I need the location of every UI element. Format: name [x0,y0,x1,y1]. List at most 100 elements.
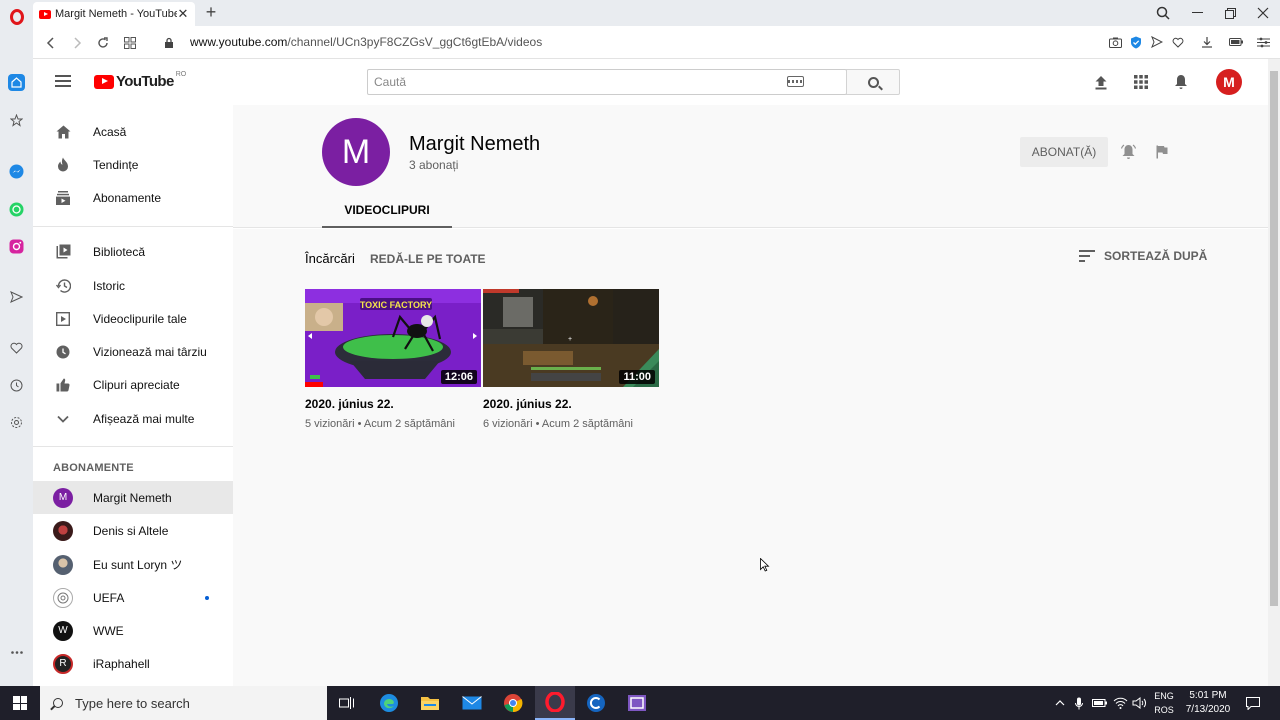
subscribed-button[interactable]: ABONAT(Ă) [1020,137,1108,167]
video-card[interactable]: + 11:00 2020. június 22. 6 vizionări • A… [483,289,659,430]
video-thumbnail[interactable]: TOXIC FACTORY 12:06 [305,289,481,387]
task-view-button[interactable] [327,686,367,720]
folder-icon [421,697,439,710]
taskbar-clock[interactable]: 5:01 PM 7/13/2020 [1180,689,1236,717]
upload-button[interactable] [1092,73,1110,91]
show-hidden-icons-button[interactable] [1051,686,1069,720]
url-field[interactable]: www.youtube.com/channel/UCn3pyF8CZGsV_gg… [190,35,542,49]
forward-button[interactable] [66,26,88,59]
taskbar-mail[interactable] [452,686,492,720]
taskbar-chrome[interactable] [493,686,533,720]
svg-text:+: + [568,336,572,343]
youtube-logo[interactable]: YouTube RO [94,71,186,90]
bookmarks-sidebar-button[interactable] [8,112,25,129]
sidebar-item-liked-videos[interactable]: Clipuri apreciate [33,368,233,401]
taskbar-app[interactable] [617,686,657,720]
taskbar-file-explorer[interactable] [410,686,450,720]
account-avatar[interactable]: M [1216,69,1242,95]
sidebar-item-history[interactable]: Istoric [33,269,233,302]
taskbar-opera[interactable] [535,686,575,720]
taskbar-ccleaner[interactable] [576,686,616,720]
notification-bell-button[interactable] [1119,143,1137,161]
action-center-button[interactable] [1240,686,1266,720]
sidebar-item-library[interactable]: Bibliotecă [33,235,233,268]
battery-saver-button[interactable] [1228,34,1244,50]
sidebar-more-button[interactable] [8,644,25,661]
new-content-dot [205,595,209,600]
wifi-tray-button[interactable] [1111,686,1129,720]
snapshot-button[interactable] [1107,34,1123,50]
start-button[interactable] [0,686,40,720]
new-tab-button[interactable]: + [202,2,220,23]
uploads-title[interactable]: Încărcări [305,251,355,266]
adblock-button[interactable] [1128,34,1144,50]
reload-button[interactable] [92,26,114,59]
video-title[interactable]: 2020. június 22. [483,397,659,411]
tab-close-icon[interactable]: ✕ [177,6,189,22]
scrollbar-thumb[interactable] [1270,71,1278,606]
sidebar-subscription-eu-sunt-loryn[interactable]: Eu sunt Loryn ツ [33,548,233,581]
guide-menu-icon[interactable] [55,75,71,87]
input-language-button[interactable]: ENG ROS [1150,689,1178,717]
sidebar-subscription-denis-si-altele[interactable]: Denis si Altele [33,514,233,547]
microphone-tray-button[interactable] [1071,686,1087,720]
browser-tab[interactable]: Margit Nemeth - YouTube ✕ [33,2,195,26]
taskbar-search-box[interactable]: Type here to search [40,686,327,720]
battery-tray-button[interactable] [1090,686,1108,720]
sidebar-item-your-videos[interactable]: Videoclipurile tale [33,302,233,335]
search-input[interactable] [368,70,814,94]
restore-button[interactable] [1213,0,1247,26]
back-button[interactable] [40,26,62,59]
volume-tray-button[interactable] [1130,686,1148,720]
video-title[interactable]: 2020. június 22. [305,397,481,411]
play-all-button[interactable]: REDĂ-LE PE TOATE [370,252,486,266]
your-videos-icon [55,311,71,327]
view-count: 5 vizionări [305,418,355,430]
flow-sidebar-button[interactable] [8,288,25,305]
history-sidebar-button[interactable] [8,377,25,394]
close-window-button[interactable] [1246,0,1280,26]
video-thumbnail[interactable]: + 11:00 [483,289,659,387]
sidebar-item-label: Acasă [93,124,127,139]
speed-dial-button[interactable] [119,26,141,59]
settings-sidebar-button[interactable] [8,414,25,431]
downloads-button[interactable] [1199,34,1215,50]
instagram-sidebar-button[interactable] [8,238,25,255]
sidebar-item-watch-later[interactable]: Vizionează mai târziu [33,335,233,368]
apps-button[interactable] [1132,73,1150,91]
channel-avatar [53,554,73,575]
sidebar-item-show-more[interactable]: Afișează mai multe [33,402,233,435]
video-card[interactable]: TOXIC FACTORY 12:06 2020. június 22. 5 v… [305,289,481,430]
page-scrollbar[interactable] [1268,59,1280,686]
report-flag-button[interactable] [1153,143,1171,161]
subscription-label: iRaphahell [93,656,150,671]
star-icon [10,114,23,127]
easy-setup-button[interactable] [1255,34,1271,50]
sort-by-button[interactable]: SORTEAZĂ DUPĂ [1079,249,1207,263]
sidebar-item-trending[interactable]: Tendințe [33,148,233,181]
keyboard-icon[interactable] [787,76,804,87]
personal-news-sidebar-button[interactable] [8,339,25,356]
messenger-sidebar-button[interactable] [8,163,25,180]
messenger-icon [9,164,24,179]
flow-button[interactable] [1149,34,1165,50]
browser-search-button[interactable] [1146,0,1180,26]
sidebar-subscription-iraphahell[interactable]: R iRaphahell [33,647,233,680]
search-button[interactable] [846,69,900,95]
notifications-button[interactable] [1172,73,1190,91]
secure-connection-button[interactable] [158,26,180,59]
minimize-button[interactable] [1180,0,1214,26]
search-icon [867,76,879,88]
taskbar-edge[interactable] [369,686,409,720]
tab-videos[interactable]: VIDEOCLIPURI [322,193,452,228]
sidebar-subscription-uefa[interactable]: UEFA [33,581,233,614]
sidebar-subscription-wwe[interactable]: W WWE [33,614,233,647]
bookmark-button[interactable] [1170,34,1186,50]
whatsapp-sidebar-button[interactable] [8,201,25,218]
sidebar-subscription-margit-nemeth[interactable]: M Margit Nemeth [33,481,233,514]
speed-dial-sidebar-button[interactable] [8,74,25,91]
sidebar-item-label: Abonamente [93,190,162,205]
sidebar-item-home[interactable]: Acasă [33,115,233,148]
sidebar-item-subscriptions[interactable]: Abonamente [33,181,233,214]
search-icon [1156,6,1170,20]
